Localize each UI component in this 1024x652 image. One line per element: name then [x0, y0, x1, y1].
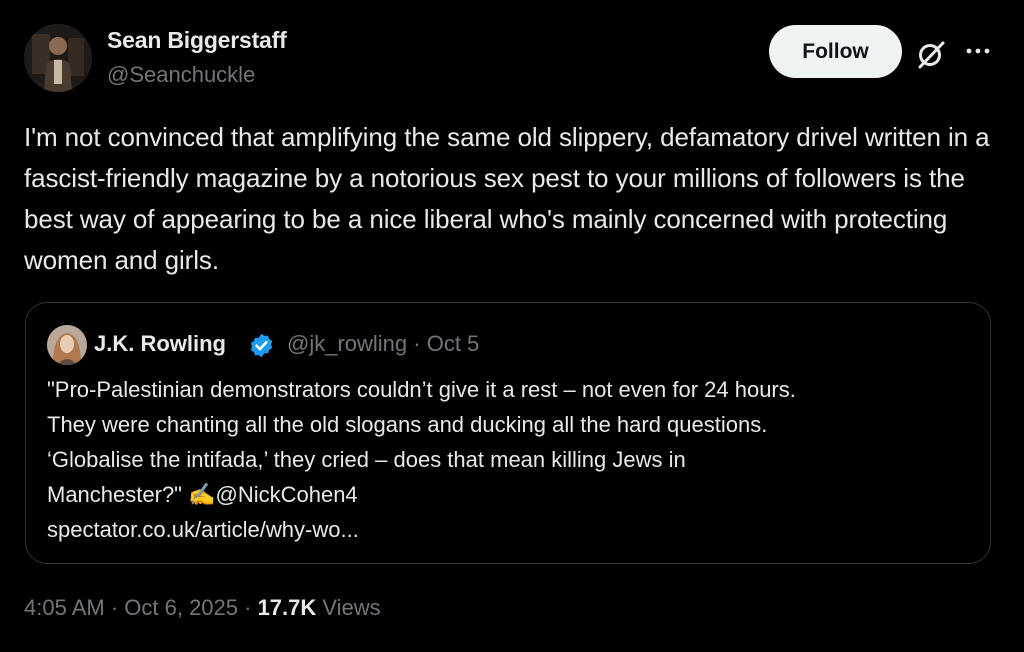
views-count: 17.7K: [257, 595, 317, 620]
quoted-text-line: ‘Globalise the intifada,’ they cried – d…: [47, 447, 686, 472]
more-icon[interactable]: [960, 36, 996, 66]
quoted-handle-date[interactable]: @jk_rowling · Oct 5: [287, 331, 479, 357]
author-handle[interactable]: @Seanchuckle: [107, 62, 255, 88]
quoted-tweet-text: "Pro-Palestinian demonstrators couldn’t …: [47, 372, 977, 547]
quoted-tweet-card[interactable]: J.K. Rowling @jk_rowling · Oct 5 "Pro-Pa…: [25, 302, 991, 564]
quoted-author-avatar[interactable]: [47, 325, 87, 365]
tweet-text: I'm not convinced that amplifying the sa…: [24, 122, 990, 275]
quoted-text-line: Manchester?" ✍️@NickCohen4: [47, 482, 358, 507]
quoted-text-line: "Pro-Palestinian demonstrators couldn’t …: [47, 377, 796, 402]
follow-button[interactable]: Follow: [769, 25, 902, 78]
author-avatar[interactable]: [24, 24, 92, 92]
views-label: Views: [316, 595, 381, 620]
quoted-author-name[interactable]: J.K. Rowling: [94, 331, 226, 357]
quoted-article-link[interactable]: spectator.co.uk/article/why-wo...: [47, 512, 977, 547]
author-name[interactable]: Sean Biggerstaff: [107, 27, 287, 54]
verified-badge-icon: [248, 332, 275, 359]
tweet-meta: 4:05 AM · Oct 6, 2025 · 17.7K Views: [24, 595, 381, 621]
quoted-text-line: They were chanting all the old slogans a…: [47, 412, 768, 437]
tweet-timestamp[interactable]: 4:05 AM · Oct 6, 2025 ·: [24, 595, 258, 620]
grok-icon[interactable]: [914, 38, 948, 72]
